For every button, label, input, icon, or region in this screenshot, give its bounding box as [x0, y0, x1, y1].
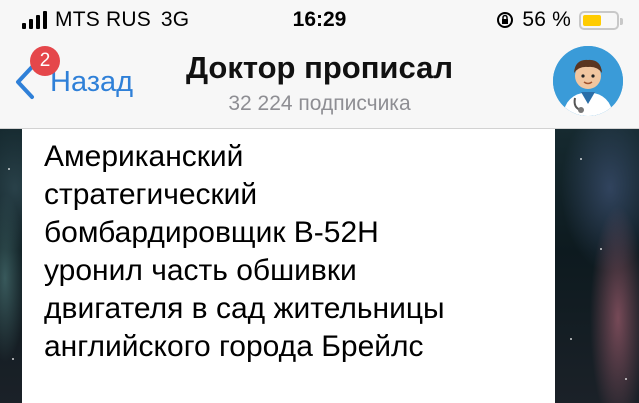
channel-title[interactable]: Доктор прописал	[0, 50, 639, 86]
doctor-avatar-icon	[553, 46, 623, 116]
battery-level	[583, 14, 601, 26]
orientation-lock-icon	[497, 12, 514, 28]
star	[570, 338, 572, 340]
chat-header: MTS RUS 3G 16:29 56 % Назад 2 Доктор про…	[0, 0, 639, 129]
star	[12, 358, 14, 360]
message-text: Американский стратегический бомбардировщ…	[44, 140, 445, 363]
message-bubble[interactable]: Американский стратегический бомбардировщ…	[22, 128, 555, 403]
star	[600, 248, 602, 250]
status-right: 56 %	[496, 8, 623, 32]
battery-icon	[579, 10, 623, 30]
star	[625, 378, 627, 380]
subscriber-count: 32 224 подписчика	[228, 92, 411, 115]
battery-percent: 56 %	[522, 8, 571, 31]
channel-avatar[interactable]	[553, 46, 623, 116]
star	[580, 158, 582, 160]
star	[8, 168, 10, 170]
